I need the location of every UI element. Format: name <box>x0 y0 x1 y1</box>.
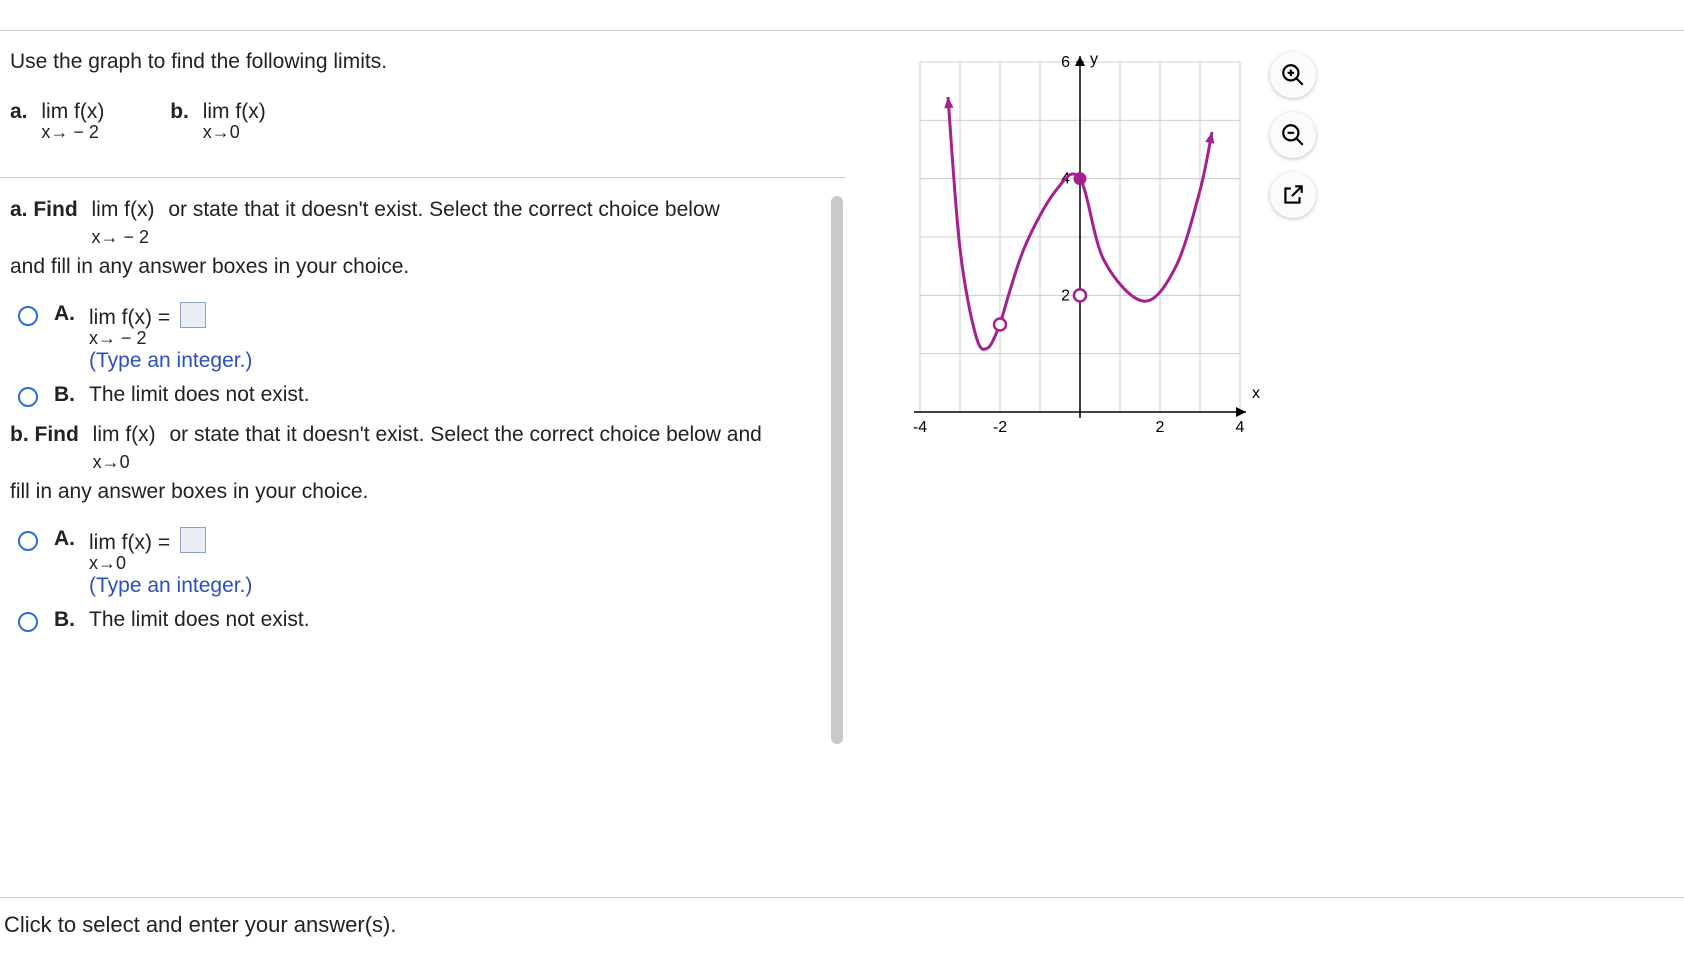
qb-lead: b. Find <box>10 419 79 451</box>
qb-answer-input[interactable] <box>180 527 206 553</box>
part-b-expression: lim f(x) x→0 <box>203 100 266 143</box>
qa-choice-a-expr: lim f(x) = x→ − 2 <box>89 302 206 349</box>
qa-choice-a-lim-sub: x→ − 2 <box>89 328 206 349</box>
qb-choice-a-hint: (Type an integer.) <box>89 574 845 598</box>
qa-tail1: or state that it doesn't exist. Select t… <box>168 198 719 221</box>
popout-icon <box>1280 182 1306 208</box>
qb-choice-a-expr: lim f(x) = x→0 <box>89 527 206 574</box>
qa-choice-a[interactable]: A. lim f(x) = x→ − 2 (Type an integer.) <box>0 292 845 373</box>
footer-instruction: Click to select and enter your answer(s)… <box>0 897 1684 954</box>
qa-choice-b[interactable]: B. The limit does not exist. <box>0 373 845 407</box>
svg-text:2: 2 <box>1156 419 1165 432</box>
part-a-label: a. <box>10 100 28 123</box>
radio-icon[interactable] <box>18 306 38 326</box>
top-divider <box>0 30 1684 31</box>
svg-text:6: 6 <box>1061 54 1070 71</box>
qb-tail2: fill in any answer boxes in your choice. <box>10 476 845 508</box>
qa-answer-input[interactable] <box>180 302 206 328</box>
svg-text:-4: -4 <box>913 419 927 432</box>
svg-text:4: 4 <box>1236 419 1245 432</box>
qb-choice-a-lim-top: lim f(x) = <box>89 531 170 554</box>
qb-choice-b-label: B. <box>54 608 75 632</box>
qa-lim-top: lim f(x) <box>92 194 155 226</box>
qb-lim-sub: x→0 <box>93 449 156 476</box>
section-divider <box>0 177 845 178</box>
part-b-label: b. <box>170 100 189 123</box>
svg-text:2: 2 <box>1061 287 1070 304</box>
radio-icon[interactable] <box>18 531 38 551</box>
qa-tail2: and fill in any answer boxes in your cho… <box>10 251 845 283</box>
intro-text: Use the graph to find the following limi… <box>0 44 845 94</box>
qa-lim-sub: x→ − 2 <box>92 224 155 251</box>
question-panel: Use the graph to find the following limi… <box>0 44 845 632</box>
qa-choice-a-label: A. <box>54 302 75 326</box>
question-a: a. Find lim f(x) x→ − 2 or state that it… <box>0 192 845 292</box>
part-a-lim-top: lim f(x) <box>41 100 104 124</box>
zoom-out-icon <box>1280 122 1306 148</box>
graph-tools <box>1270 52 1330 232</box>
qa-choice-a-hint: (Type an integer.) <box>89 349 845 373</box>
qb-choice-a[interactable]: A. lim f(x) = x→0 (Type an integer.) <box>0 517 845 598</box>
qb-choice-a-label: A. <box>54 527 75 551</box>
svg-text:-2: -2 <box>993 419 1007 432</box>
qa-choice-a-lim-top: lim f(x) = <box>89 306 170 329</box>
qa-choice-b-text: The limit does not exist. <box>89 383 845 407</box>
zoom-out-button[interactable] <box>1270 112 1316 158</box>
qb-choice-b-text: The limit does not exist. <box>89 608 845 632</box>
part-a-lim-sub: x→ − 2 <box>41 122 104 143</box>
radio-icon[interactable] <box>18 387 38 407</box>
qb-choice-b[interactable]: B. The limit does not exist. <box>0 598 845 632</box>
zoom-in-icon <box>1280 62 1306 88</box>
qa-choice-b-label: B. <box>54 383 75 407</box>
qa-lead: a. Find <box>10 194 78 226</box>
svg-text:y: y <box>1090 52 1098 68</box>
qb-tail1: or state that it doesn't exist. Select t… <box>170 423 762 446</box>
qb-choice-a-lim-sub: x→0 <box>89 553 206 574</box>
popout-button[interactable] <box>1270 172 1316 218</box>
qb-lim-top: lim f(x) <box>93 419 156 451</box>
scrollbar-thumb[interactable] <box>831 196 843 744</box>
question-b: b. Find lim f(x) x→0 or state that it do… <box>0 417 845 517</box>
limit-parts-row: a. lim f(x) x→ − 2 b. lim f(x) x→0 <box>0 94 845 177</box>
part-b-lim-top: lim f(x) <box>203 100 266 124</box>
svg-text:x: x <box>1252 385 1260 402</box>
part-a-expression: lim f(x) x→ − 2 <box>41 100 104 143</box>
radio-icon[interactable] <box>18 612 38 632</box>
part-b-lim-sub: x→0 <box>203 122 266 143</box>
scrollbar[interactable] <box>831 196 843 744</box>
function-graph: -4-224246xy <box>900 52 1260 432</box>
zoom-in-button[interactable] <box>1270 52 1316 98</box>
